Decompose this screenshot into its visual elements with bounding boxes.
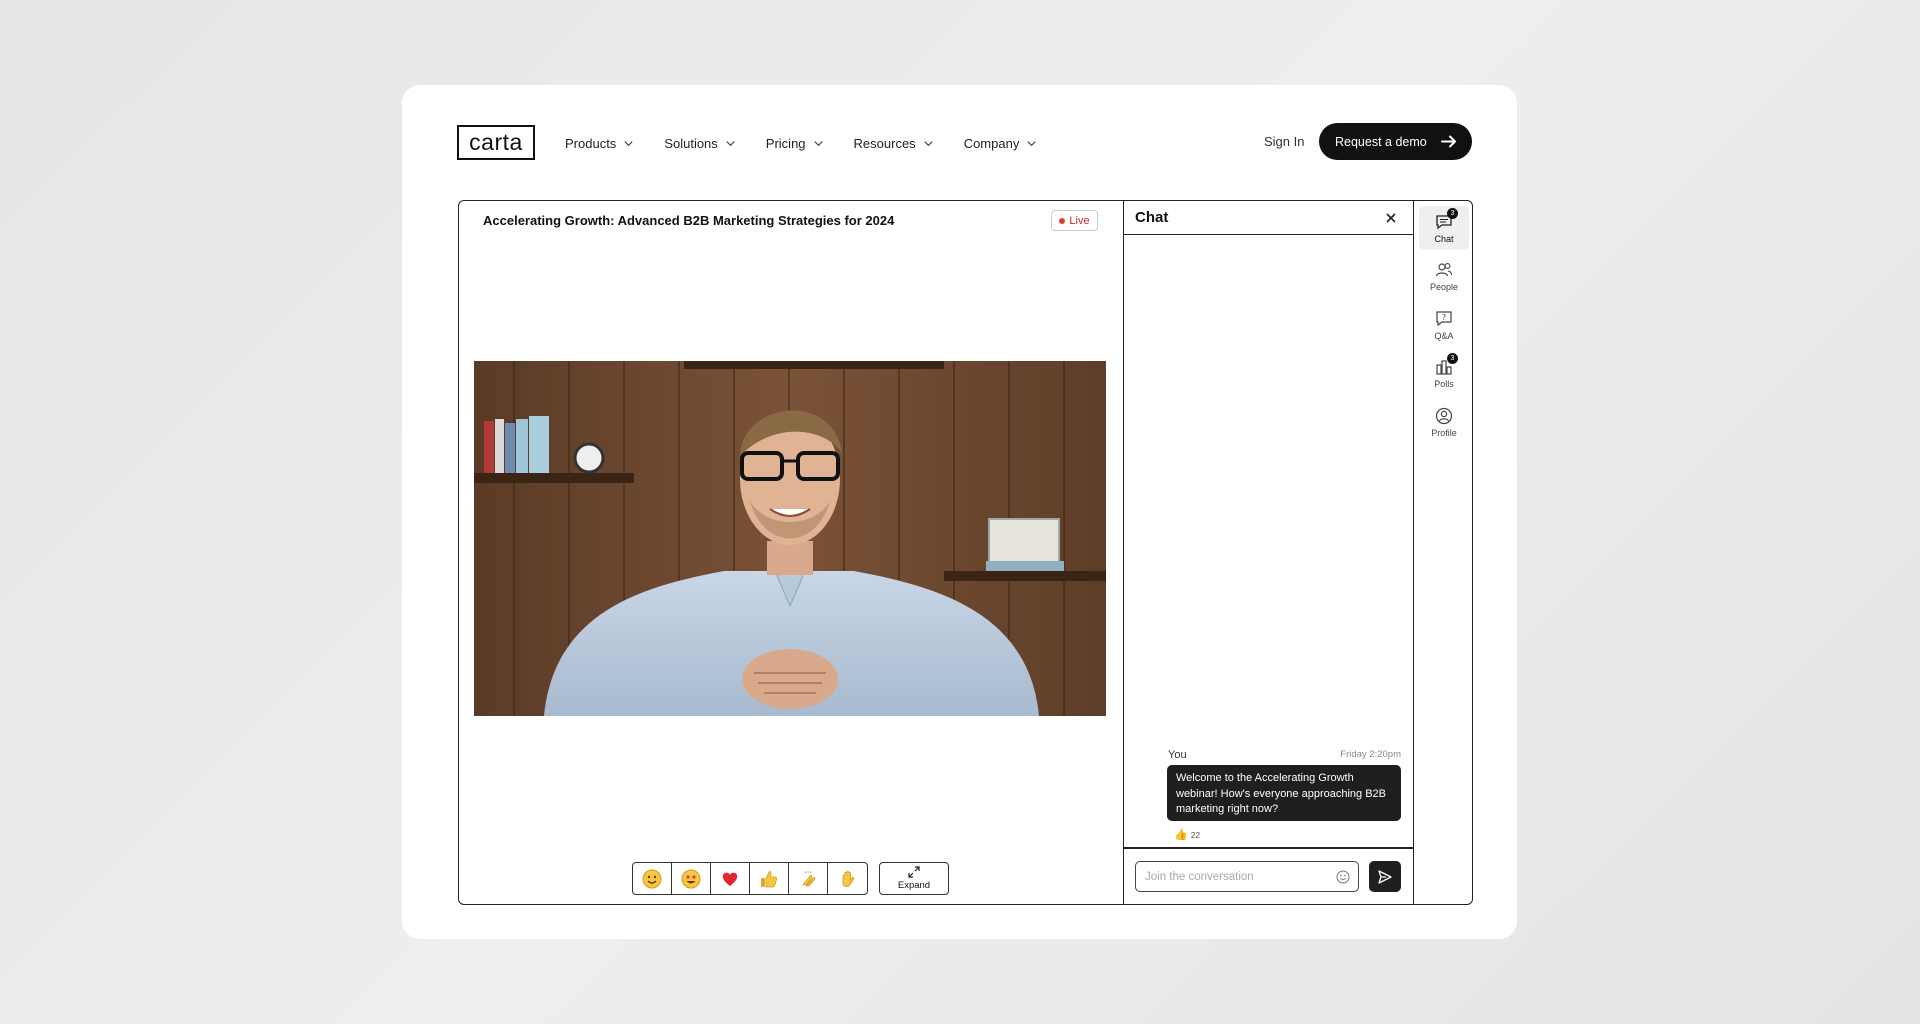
rail-item-people[interactable]: People bbox=[1419, 254, 1469, 298]
video-player[interactable] bbox=[474, 361, 1106, 716]
chat-message-bubble: Welcome to the Accelerating Growth webin… bbox=[1167, 765, 1401, 821]
thumbs-up-icon: 👍 bbox=[1174, 829, 1188, 841]
rail-label: People bbox=[1429, 281, 1459, 292]
sign-in-link[interactable]: Sign In bbox=[1264, 134, 1304, 149]
reaction-heart-button[interactable] bbox=[711, 863, 750, 894]
expand-arrows-icon bbox=[908, 866, 920, 878]
rail-label: Profile bbox=[1431, 427, 1457, 438]
svg-text:?: ? bbox=[1442, 313, 1446, 322]
rail-item-chat[interactable]: 3 Chat bbox=[1419, 206, 1469, 250]
message-reaction[interactable]: 👍 22 bbox=[1174, 828, 1200, 841]
nav-label: Company bbox=[963, 135, 1020, 151]
reaction-clap-button[interactable] bbox=[789, 863, 828, 894]
rail-label: Q&A bbox=[1434, 330, 1454, 341]
reaction-thumbs-up-button[interactable] bbox=[750, 863, 789, 894]
live-label: Live bbox=[1069, 214, 1090, 227]
profile-icon bbox=[1435, 407, 1453, 425]
main-nav: Products Solutions Pricing Resources Com… bbox=[565, 133, 1067, 153]
chevron-down-icon bbox=[1027, 140, 1036, 146]
reaction-smile-button[interactable] bbox=[633, 863, 672, 894]
chat-input[interactable]: Join the conversation bbox=[1135, 861, 1359, 892]
chat-header: Chat bbox=[1124, 201, 1413, 235]
speaker-video-frame bbox=[474, 361, 1106, 716]
polls-badge: 3 bbox=[1447, 352, 1458, 364]
chevron-down-icon bbox=[726, 140, 735, 146]
message-timestamp: Friday 2:20pm bbox=[1340, 749, 1401, 760]
close-icon[interactable] bbox=[1385, 212, 1397, 224]
clapping-hands-emoji-icon bbox=[801, 870, 816, 886]
live-badge: Live bbox=[1051, 210, 1098, 231]
chevron-down-icon bbox=[624, 140, 633, 146]
nav-item-products[interactable]: Products bbox=[565, 133, 634, 153]
send-icon bbox=[1378, 869, 1392, 884]
rail-item-qa[interactable]: ? Q&A bbox=[1419, 303, 1469, 347]
chat-message-meta: You Friday 2:20pm bbox=[1168, 749, 1401, 761]
reaction-count: 22 bbox=[1190, 829, 1201, 840]
chat-header-title: Chat bbox=[1135, 209, 1169, 226]
emoji-picker-icon[interactable] bbox=[1336, 870, 1350, 884]
arrow-right-icon bbox=[1441, 135, 1456, 148]
chat-badge: 3 bbox=[1447, 207, 1458, 219]
carta-logo[interactable]: carta bbox=[457, 125, 535, 160]
reaction-wave-button[interactable] bbox=[828, 863, 867, 894]
reaction-bar bbox=[632, 862, 868, 895]
nav-item-solutions[interactable]: Solutions bbox=[664, 133, 735, 153]
chat-icon: 3 bbox=[1435, 207, 1458, 231]
rail-label: Chat bbox=[1434, 233, 1454, 244]
chevron-down-icon bbox=[813, 140, 823, 146]
live-dot-icon bbox=[1059, 217, 1066, 224]
chat-panel: Chat You Friday 2:20pm Welcome to the Ac… bbox=[1124, 201, 1414, 904]
request-demo-button[interactable]: Request a demo bbox=[1319, 123, 1472, 160]
waving-hand-emoji-icon bbox=[842, 870, 854, 887]
star-struck-emoji-icon bbox=[681, 869, 701, 888]
rail-label: Polls bbox=[1434, 378, 1454, 389]
polls-icon: 3 bbox=[1435, 352, 1458, 376]
chat-input-placeholder: Join the conversation bbox=[1145, 870, 1254, 883]
side-rail: 3 Chat People ? Q&A 3 Polls Profile bbox=[1414, 201, 1472, 904]
expand-button[interactable]: Expand bbox=[879, 862, 949, 895]
heart-emoji-icon bbox=[722, 872, 738, 886]
thumbs-up-emoji-icon bbox=[761, 870, 778, 887]
logo-text: carta bbox=[469, 129, 523, 155]
webinar-title: Accelerating Growth: Advanced B2B Market… bbox=[483, 213, 895, 228]
webinar-frame: Accelerating Growth: Advanced B2B Market… bbox=[458, 200, 1473, 905]
send-button[interactable] bbox=[1369, 861, 1401, 892]
nav-item-pricing[interactable]: Pricing bbox=[766, 133, 824, 153]
nav-label: Pricing bbox=[765, 135, 806, 151]
webinar-card: carta Products Solutions Pricing Resourc… bbox=[402, 85, 1517, 939]
nav-item-company[interactable]: Company bbox=[964, 133, 1038, 153]
request-demo-label: Request a demo bbox=[1335, 134, 1427, 149]
nav-label: Products bbox=[565, 135, 617, 151]
people-icon bbox=[1435, 261, 1453, 279]
composer-divider bbox=[1124, 847, 1413, 849]
reaction-star-eyes-button[interactable] bbox=[672, 863, 711, 894]
video-pane: Accelerating Growth: Advanced B2B Market… bbox=[459, 201, 1124, 904]
rail-item-polls[interactable]: 3 Polls bbox=[1419, 351, 1469, 395]
nav-label: Solutions bbox=[664, 135, 718, 151]
nav-item-resources[interactable]: Resources bbox=[854, 133, 934, 153]
smile-emoji-icon bbox=[642, 869, 662, 888]
qa-icon: ? bbox=[1435, 310, 1453, 328]
nav-label: Resources bbox=[853, 135, 916, 151]
rail-item-profile[interactable]: Profile bbox=[1419, 400, 1469, 444]
chevron-down-icon bbox=[924, 140, 933, 146]
expand-label: Expand bbox=[897, 880, 931, 891]
message-author: You bbox=[1168, 749, 1187, 761]
